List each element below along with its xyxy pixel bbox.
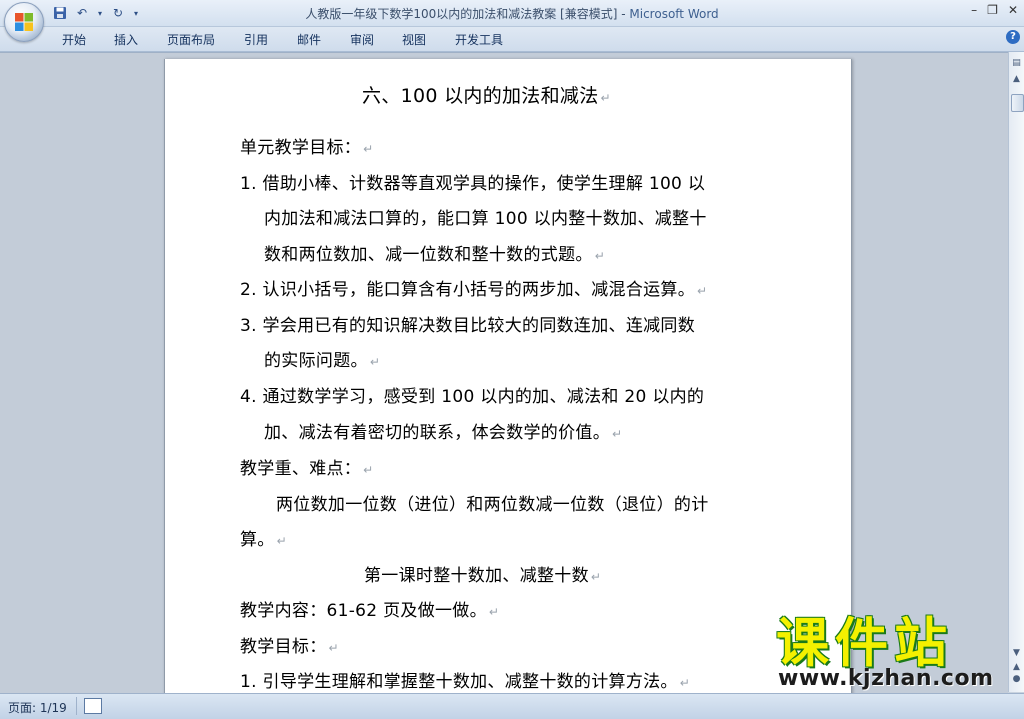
tab-developer[interactable]: 开发工具 [455, 31, 503, 48]
status-bar: 页面: 1/19 [0, 693, 1024, 719]
doc-line: 教学内容：61-62 页及做一做。 ↵ [240, 596, 499, 621]
paragraph-mark: ↵ [488, 605, 500, 619]
tab-insert[interactable]: 插入 [114, 31, 138, 48]
document-area: 六、100 以内的加法和减法 ↵ 单元教学目标： ↵ 1. 借助小棒、计数器等直观学… [0, 52, 1008, 699]
doc-line: 教学重、难点： ↵ [240, 454, 373, 479]
watermark-brand: 课件站 [776, 613, 953, 674]
doc-line-text: 教学目标： [240, 637, 327, 657]
paragraph-mark: ↵ [600, 91, 611, 105]
doc-line-text: 的实际问题。 [264, 351, 368, 371]
previous-page-icon[interactable]: ▲ [1010, 662, 1023, 672]
paragraph-mark: ↵ [590, 570, 602, 584]
tab-references[interactable]: 引用 [244, 31, 268, 48]
vertical-scrollbar[interactable]: ▤ ▲ ▼ ▲ ● [1008, 52, 1024, 692]
doc-line: 1. 引导学生理解和掌握整十数加、减整十数的计算方法。 ↵ [240, 667, 690, 692]
doc-line-text: 内加法和减法口算的，能口算 100 以内整十数加、减整十 [264, 209, 707, 229]
doc-line-text: 教学重、难点： [240, 459, 362, 479]
doc-line: 数和两位数加、减一位数和整十数的式题。 ↵ [264, 240, 605, 265]
status-separator [76, 697, 77, 715]
doc-line: 加、减法有着密切的联系，体会数学的价值。 ↵ [264, 418, 622, 443]
tab-review[interactable]: 审阅 [350, 31, 374, 48]
doc-line: 1. 借助小棒、计数器等直观学具的操作，使学生理解 100 以 [240, 169, 705, 194]
doc-line-text: 数和两位数加、减一位数和整十数的式题。 [264, 245, 593, 265]
doc-heading: 六、100 以内的加法和减法 ↵ [362, 81, 611, 108]
document-page[interactable]: 六、100 以内的加法和减法 ↵ 单元教学目标： ↵ 1. 借助小棒、计数器等直观学… [164, 59, 852, 699]
restore-button[interactable]: ❐ [987, 3, 998, 17]
doc-line: 单元教学目标： ↵ [240, 133, 373, 158]
help-icon[interactable]: ? [1006, 30, 1020, 44]
doc-line: 内加法和减法口算的，能口算 100 以内整十数加、减整十 [264, 204, 707, 229]
paragraph-mark: ↵ [363, 463, 374, 477]
paragraph-mark: ↵ [276, 534, 287, 548]
doc-line: 3. 学会用已有的知识解决数目比较大的同数连加、连减同数 [240, 311, 695, 336]
paragraph-mark: ↵ [679, 676, 691, 690]
tab-page-layout[interactable]: 页面布局 [167, 31, 215, 48]
paragraph-mark: ↵ [363, 142, 374, 156]
tab-view[interactable]: 视图 [402, 31, 426, 48]
doc-line-text: 4. 通过数学学习，感受到 100 以内的加、减法和 20 以内的 [240, 387, 705, 407]
doc-line: 4. 通过数学学习，感受到 100 以内的加、减法和 20 以内的 [240, 382, 704, 407]
doc-line: 的实际问题。 ↵ [264, 346, 380, 371]
doc-line-text: 单元教学目标： [240, 138, 362, 158]
doc-line: 2. 认识小括号，能口算含有小括号的两步加、减混合运算。 ↵ [240, 275, 707, 300]
paragraph-mark: ↵ [612, 427, 623, 441]
office-button[interactable] [4, 2, 44, 42]
minimize-button[interactable]: – [971, 3, 977, 17]
doc-line: 算。 ↵ [240, 525, 287, 550]
scroll-down-icon[interactable]: ▼ [1010, 648, 1023, 658]
language-icon[interactable] [84, 698, 102, 714]
scroll-up-icon[interactable]: ▲ [1010, 74, 1023, 84]
select-browse-object-icon[interactable]: ● [1010, 674, 1023, 684]
tab-mailings[interactable]: 邮件 [297, 31, 321, 48]
doc-line-text: 教学内容：61-62 页及做一做。 [240, 601, 487, 621]
doc-line-text: 1. 借助小棒、计数器等直观学具的操作，使学生理解 100 以 [240, 174, 706, 194]
ruler-toggle-icon[interactable]: ▤ [1010, 58, 1023, 68]
doc-line-text: 3. 学会用已有的知识解决数目比较大的同数连加、连减同数 [240, 316, 696, 336]
doc-line-text: 两位数加一位数（进位）和两位数减一位数（退位）的计 [276, 495, 709, 515]
doc-line-text: 第一课时整十数加、减整十数 [364, 566, 589, 586]
office-logo-icon [15, 13, 33, 31]
paragraph-mark: ↵ [369, 355, 381, 369]
close-button[interactable]: ✕ [1008, 3, 1018, 17]
doc-line-text: 算。 [240, 530, 275, 550]
doc-line: 教学目标： ↵ [240, 632, 339, 657]
doc-line-text: 2. 认识小括号，能口算含有小括号的两步加、减混合运算。 [240, 280, 696, 300]
window-controls: – ❐ ✕ [971, 3, 1018, 17]
window-title-doc: 人教版一年级下数学100以内的加法和减法教案 [兼容模式] [305, 7, 618, 21]
paragraph-mark: ↵ [697, 284, 708, 298]
scroll-thumb[interactable] [1011, 94, 1024, 112]
paragraph-mark: ↵ [594, 249, 606, 263]
title-bar: ↶ ▾ ↻ ▾ 人教版一年级下数学100以内的加法和减法教案 [兼容模式] - … [0, 0, 1024, 27]
window-title-app: Microsoft Word [629, 7, 719, 21]
doc-line-text: 加、减法有着密切的联系，体会数学的价值。 [264, 423, 610, 443]
window-title-sep: - [617, 7, 630, 21]
paragraph-mark: ↵ [328, 641, 339, 655]
watermark-url: www.kjzhan.com [778, 666, 994, 691]
doc-line: 两位数加一位数（进位）和两位数减一位数（退位）的计 [276, 490, 709, 515]
page-count[interactable]: 页面: 1/19 [8, 699, 67, 716]
window-title: 人教版一年级下数学100以内的加法和减法教案 [兼容模式] - Microsof… [0, 5, 1024, 22]
doc-subheading: 第一课时整十数加、减整十数 ↵ [364, 561, 601, 586]
tab-home[interactable]: 开始 [62, 31, 86, 48]
doc-line-text: 1. 引导学生理解和掌握整十数加、减整十数的计算方法。 [240, 672, 678, 692]
ribbon-tabs: 开始 插入 页面布局 引用 邮件 审阅 视图 开发工具 ? [0, 27, 1024, 52]
doc-line-text: 六、100 以内的加法和减法 [362, 85, 599, 107]
